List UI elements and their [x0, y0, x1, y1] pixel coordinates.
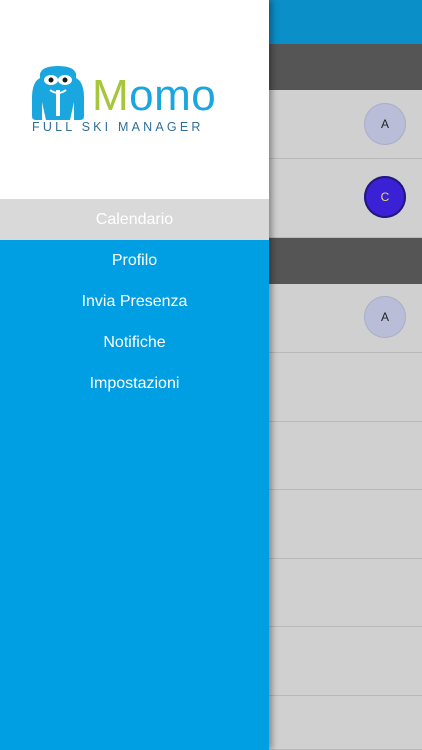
menu-item-invia-presenza[interactable]: Invia Presenza: [0, 281, 269, 322]
brand-tagline: FULL SKI MANAGER: [32, 120, 204, 134]
navigation-drawer: Momo FULL SKI MANAGER Calendario Profilo…: [0, 0, 269, 750]
brand-name: Momo: [92, 71, 217, 120]
drawer-menu: Calendario Profilo Invia Presenza Notifi…: [0, 199, 269, 404]
drawer-header: Momo FULL SKI MANAGER: [0, 0, 269, 199]
status-badge: C: [364, 176, 406, 218]
menu-item-notifiche[interactable]: Notifiche: [0, 322, 269, 363]
menu-item-profilo[interactable]: Profilo: [0, 240, 269, 281]
yeti-mascot-icon: [32, 66, 84, 120]
menu-item-impostazioni[interactable]: Impostazioni: [0, 363, 269, 404]
brand-logo: Momo FULL SKI MANAGER: [30, 60, 240, 140]
status-badge: A: [364, 296, 406, 338]
menu-item-calendario[interactable]: Calendario: [0, 199, 269, 240]
status-badge: A: [364, 103, 406, 145]
